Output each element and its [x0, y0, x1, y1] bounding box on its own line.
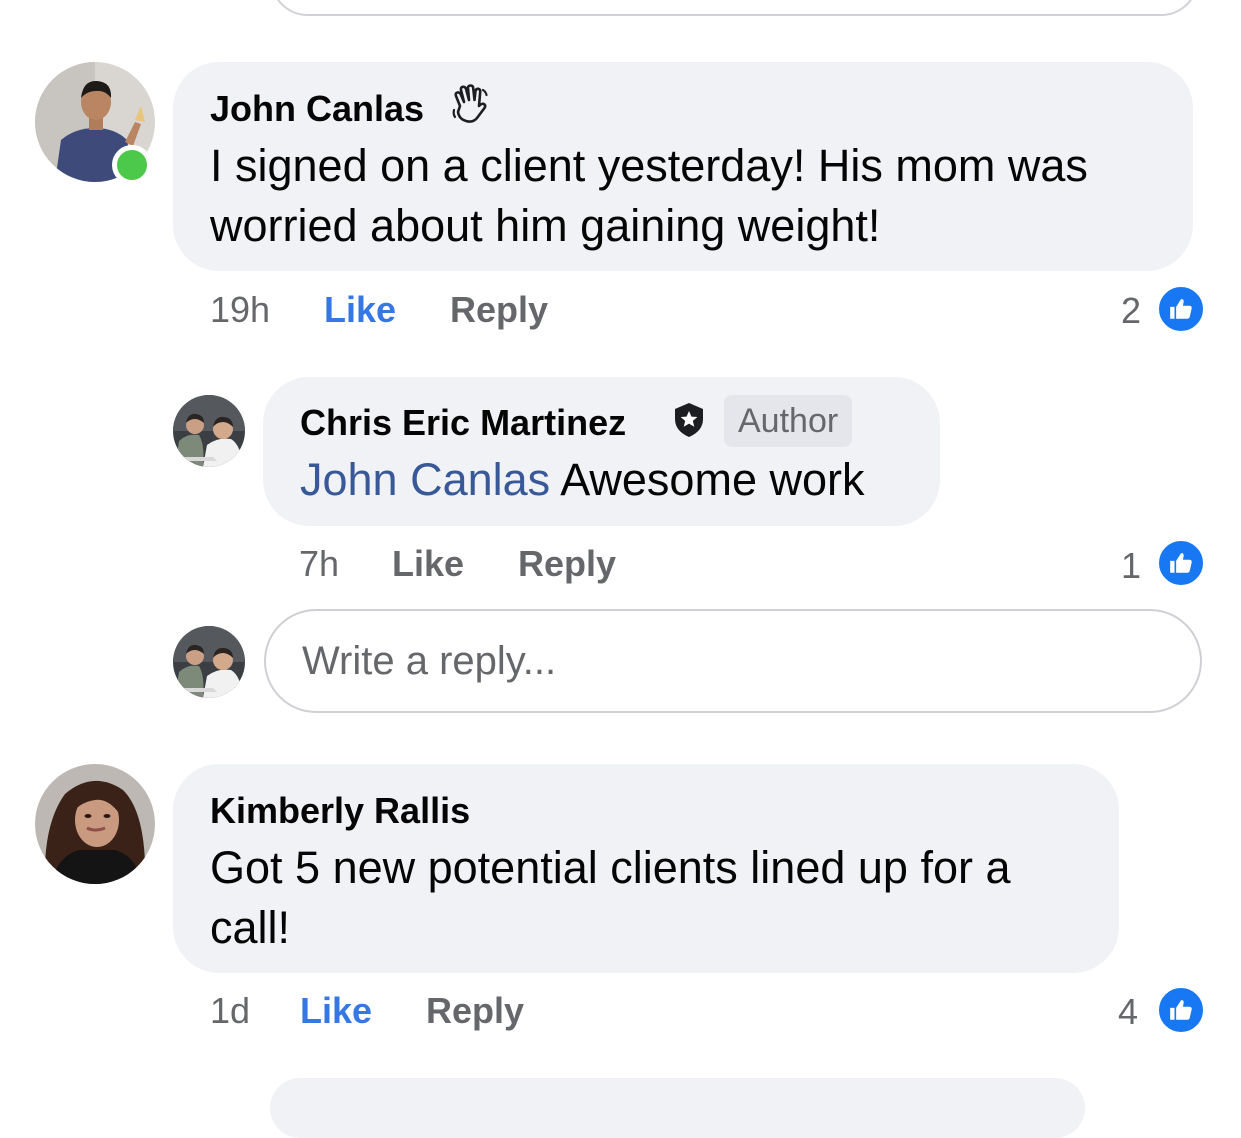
avatar-kimberly-rallis[interactable] — [35, 764, 155, 884]
comment-text: I signed on a client yesterday! His mom … — [210, 140, 1088, 251]
reply-reaction-count[interactable]: 1 — [1121, 546, 1141, 586]
like-button[interactable]: Like — [324, 290, 396, 330]
comment-timestamp[interactable]: 19h — [210, 290, 270, 330]
reaction-count[interactable]: 2 — [1121, 291, 1141, 331]
online-status-indicator — [112, 145, 152, 185]
reply-button[interactable]: Reply — [450, 290, 548, 330]
reply-author-name[interactable]: Chris Eric Martinez — [300, 403, 626, 443]
reply-message: Awesome work — [560, 454, 865, 505]
avatar-chris-eric-martinez[interactable] — [173, 395, 245, 467]
next-comment-bubble-partial — [270, 1078, 1085, 1138]
thumbs-up-reaction-icon[interactable] — [1157, 539, 1205, 587]
waving-hand-icon — [451, 84, 489, 129]
previous-reply-input-partial — [270, 0, 1199, 16]
reply-reply-button[interactable]: Reply — [518, 544, 616, 584]
write-reply-input[interactable] — [264, 609, 1202, 713]
reply-timestamp[interactable]: 7h — [299, 544, 339, 584]
mention-link[interactable]: John Canlas — [300, 454, 550, 505]
like-button[interactable]: Like — [300, 991, 372, 1031]
reaction-count[interactable]: 4 — [1118, 992, 1138, 1032]
comment-bubble: John Canlas I signed on a client yesterd… — [173, 62, 1193, 271]
thumbs-up-reaction-icon[interactable] — [1157, 986, 1205, 1034]
author-badge: Author — [724, 395, 853, 447]
current-user-avatar — [173, 626, 245, 698]
comment-timestamp[interactable]: 1d — [210, 991, 250, 1031]
shield-star-icon — [671, 401, 707, 444]
comment-text: Got 5 new potential clients lined up for… — [210, 842, 1011, 953]
comment-author-name[interactable]: John Canlas — [210, 89, 424, 129]
reply-button[interactable]: Reply — [426, 991, 524, 1031]
comment-bubble: Kimberly Rallis Got 5 new potential clie… — [173, 764, 1119, 973]
reply-bubble: Chris Eric Martinez Author John Canlas A… — [263, 377, 940, 526]
comment-author-name[interactable]: Kimberly Rallis — [210, 791, 470, 831]
thumbs-up-reaction-icon[interactable] — [1157, 285, 1205, 333]
reply-like-button[interactable]: Like — [392, 544, 464, 584]
reply-text: John Canlas Awesome work — [300, 450, 864, 510]
